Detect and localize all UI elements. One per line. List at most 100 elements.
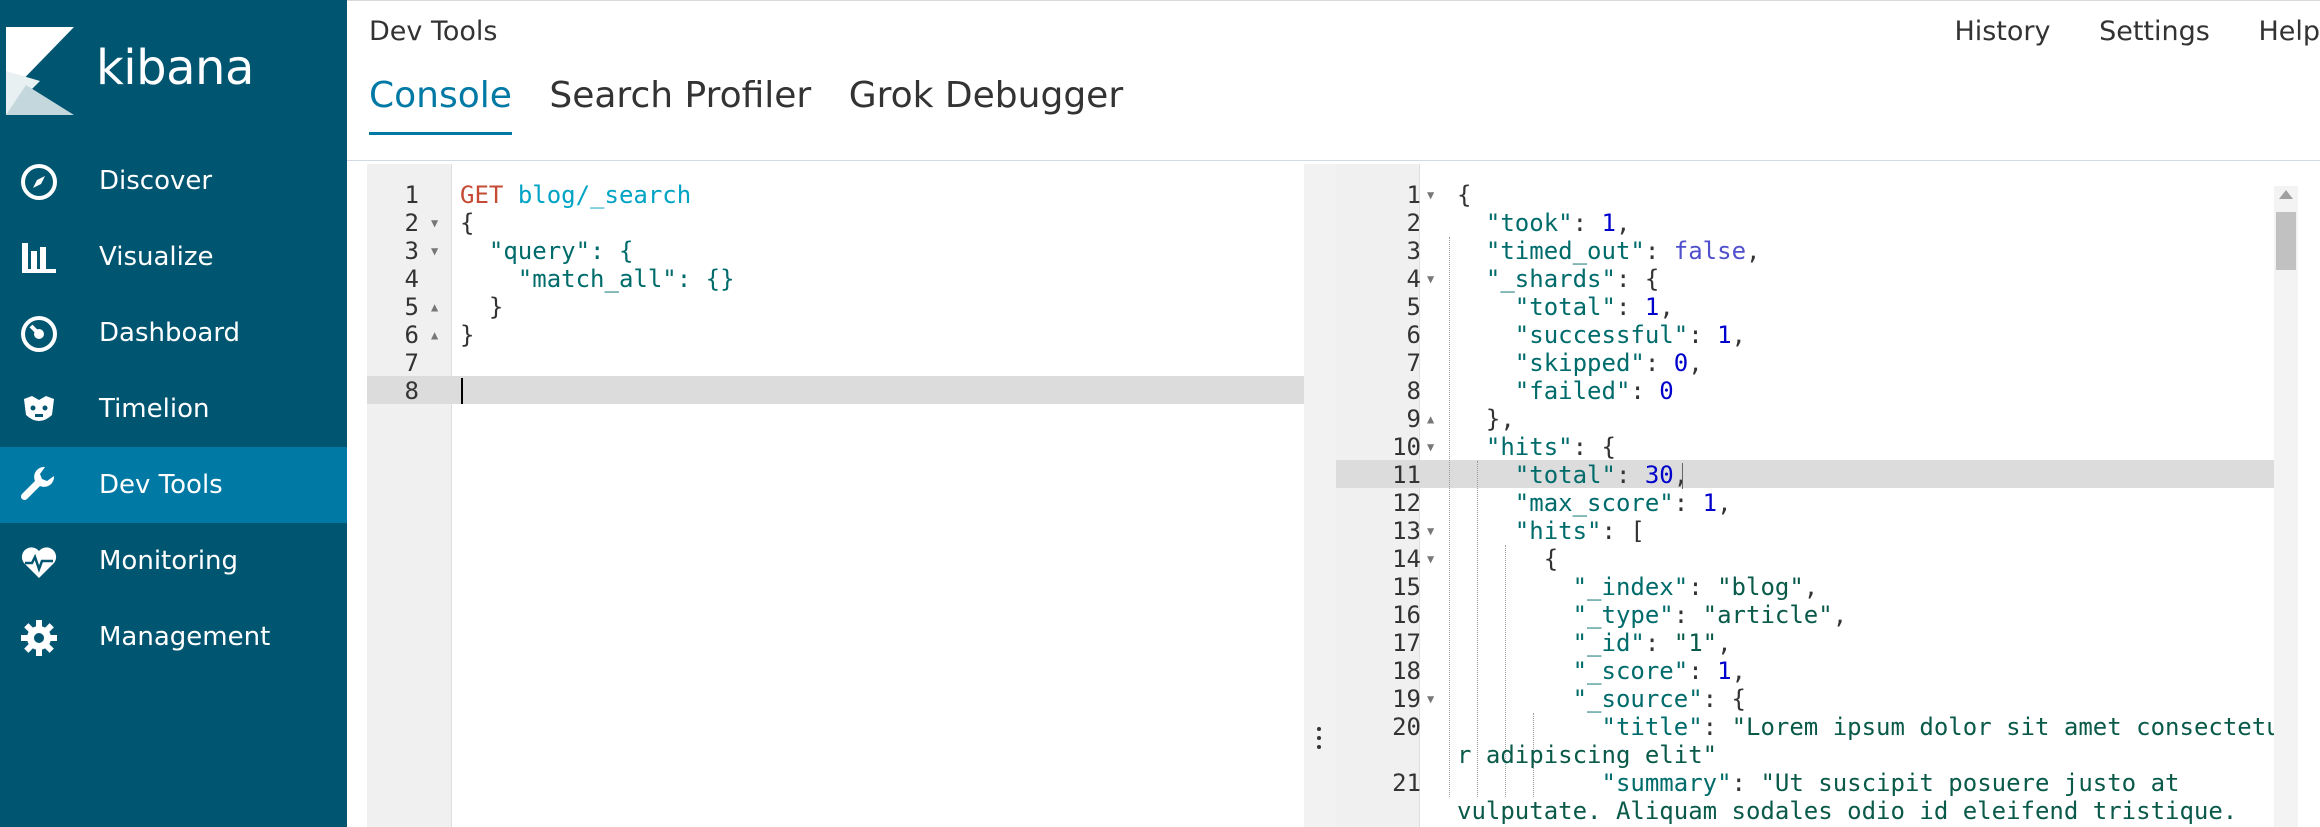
line-number: 7: [1406, 349, 1421, 377]
fold-toggle-icon[interactable]: ▼: [1427, 517, 1434, 545]
tab-grok-debugger[interactable]: Grok Debugger: [849, 75, 1123, 132]
dev-tools-tabs: Console Search Profiler Grok Debugger: [369, 75, 1149, 135]
shards-total-value: 1: [1644, 293, 1660, 321]
sidebar-item-dashboard[interactable]: Dashboard: [0, 295, 347, 371]
line-number: 3: [1406, 237, 1421, 265]
request-editor[interactable]: 1 2 3 4 5 6 7 8 ▼ ▼ ▲ ▲ GET blog/_search…: [367, 164, 1304, 827]
bar-chart-icon: [22, 243, 56, 273]
line-number: 8: [404, 377, 419, 405]
line-number: 1: [404, 181, 419, 209]
line-number: 18: [1392, 657, 1421, 685]
header-links: History Settings Help: [1914, 16, 2320, 47]
fold-toggle-icon[interactable]: ▼: [431, 237, 438, 265]
title-value: "Lorem ipsum dolor sit amet consectetu: [1731, 713, 2274, 741]
dashboard-icon: [21, 316, 57, 352]
code-line: "took": 1,: [1485, 209, 1631, 237]
fold-end-icon[interactable]: ▲: [431, 293, 438, 321]
fold-end-icon[interactable]: ▲: [431, 321, 438, 349]
line-number: 1: [1406, 181, 1421, 209]
code-line: "failed": 0: [1514, 377, 1674, 405]
line-number: 2: [1406, 209, 1421, 237]
fold-toggle-icon[interactable]: ▼: [1427, 265, 1434, 293]
code-line: "max_score": 1,: [1514, 489, 1732, 517]
header-divider: [347, 160, 2320, 161]
code-line: "_source": {: [1572, 685, 1746, 713]
response-viewer[interactable]: 1 2 3 4 5 6 7 8 9 10 11 12 13 14 15 16 1…: [1336, 164, 2274, 827]
fold-end-icon[interactable]: ▲: [1427, 405, 1434, 433]
fold-toggle-icon[interactable]: ▼: [1427, 545, 1434, 573]
code-line: "_index": "blog",: [1572, 573, 1819, 601]
scroll-up-arrow-icon[interactable]: [2279, 190, 2293, 199]
settings-link[interactable]: Settings: [2099, 16, 2210, 47]
sidebar-item-timelion[interactable]: Timelion: [0, 371, 347, 447]
help-link[interactable]: Help: [2258, 16, 2320, 47]
response-scrollbar[interactable]: [2274, 186, 2298, 827]
resize-grip-icon[interactable]: [1317, 727, 1321, 754]
code-line: "summary": "Ut suscipit posuere justo at: [1601, 769, 2180, 797]
request-line: GET blog/_search: [460, 181, 691, 209]
text-cursor: [1682, 463, 1683, 489]
sidebar-item-dev-tools[interactable]: Dev Tools: [0, 447, 347, 523]
line-number: 6: [1406, 321, 1421, 349]
fold-toggle-icon[interactable]: ▼: [431, 209, 438, 237]
fold-toggle-icon[interactable]: ▼: [1427, 685, 1434, 713]
sidebar-item-discover[interactable]: Discover: [0, 143, 347, 219]
code-line: }: [460, 293, 504, 321]
line-number: 13: [1392, 517, 1421, 545]
sidebar-item-label: Discover: [99, 166, 213, 196]
sidebar-item-monitoring[interactable]: Monitoring: [0, 523, 347, 599]
code-line-wrapped: vulputate. Aliquam sodales odio id eleif…: [1457, 797, 2238, 825]
app-header: Dev Tools History Settings Help Console …: [347, 0, 2320, 161]
text-cursor: [461, 378, 463, 404]
fold-toggle-icon[interactable]: ▼: [1427, 433, 1434, 461]
sidebar-item-management[interactable]: Management: [0, 599, 347, 675]
kibana-logo-icon[interactable]: [6, 27, 74, 115]
line-number: 11: [1392, 461, 1421, 489]
code-line: {: [1457, 545, 1559, 573]
line-number: 5: [1406, 293, 1421, 321]
line-number: 16: [1392, 601, 1421, 629]
code-line: {: [460, 209, 475, 237]
code-line: {: [1457, 181, 1472, 209]
line-number: 9: [1406, 405, 1421, 433]
code-line: "title": "Lorem ipsum dolor sit amet con…: [1457, 713, 2275, 741]
code-line: "_id": "1",: [1572, 629, 1732, 657]
scrollbar-thumb[interactable]: [2276, 212, 2296, 270]
http-method: GET: [460, 181, 504, 209]
page-title: Dev Tools: [369, 16, 498, 47]
code-line: "skipped": 0,: [1514, 349, 1703, 377]
line-number: 15: [1392, 573, 1421, 601]
code-line: "successful": 1,: [1514, 321, 1746, 349]
code-line: "_type": "article",: [1572, 601, 1848, 629]
line-number: 21: [1392, 769, 1421, 797]
line-number: 8: [1406, 377, 1421, 405]
timelion-icon: [24, 396, 54, 421]
hits-total-value: 30: [1644, 461, 1674, 489]
code-line: "total": 30,: [1514, 461, 1689, 489]
code-line: "_score": 1,: [1572, 657, 1746, 685]
active-line-highlight: [367, 376, 1304, 404]
heartbeat-icon: [21, 547, 57, 578]
sidebar-item-visualize[interactable]: Visualize: [0, 219, 347, 295]
index-value: "blog": [1717, 573, 1804, 601]
line-number: 17: [1392, 629, 1421, 657]
wrench-icon: [20, 467, 55, 501]
code-line: "total": 1,: [1514, 293, 1674, 321]
type-value: "article": [1702, 601, 1833, 629]
tab-search-profiler[interactable]: Search Profiler: [549, 75, 811, 132]
sidebar-item-label: Monitoring: [99, 546, 239, 576]
sidebar-item-label: Dashboard: [99, 318, 241, 348]
history-link[interactable]: History: [1954, 16, 2050, 47]
line-number: 7: [404, 349, 419, 377]
line-number: 4: [1406, 265, 1421, 293]
line-number: 20: [1392, 713, 1421, 741]
kibana-brand[interactable]: kibana: [96, 40, 254, 96]
code-line: "query": {: [460, 237, 634, 265]
tab-console[interactable]: Console: [369, 75, 512, 135]
compass-icon: [21, 164, 57, 200]
code-line: },: [1457, 405, 1515, 433]
fold-toggle-icon[interactable]: ▼: [1427, 181, 1434, 209]
sidebar-nav: Discover Visualize Dashboard Timelion De…: [0, 143, 347, 675]
sidebar-item-label: Management: [99, 622, 271, 652]
line-number: 5: [404, 293, 419, 321]
